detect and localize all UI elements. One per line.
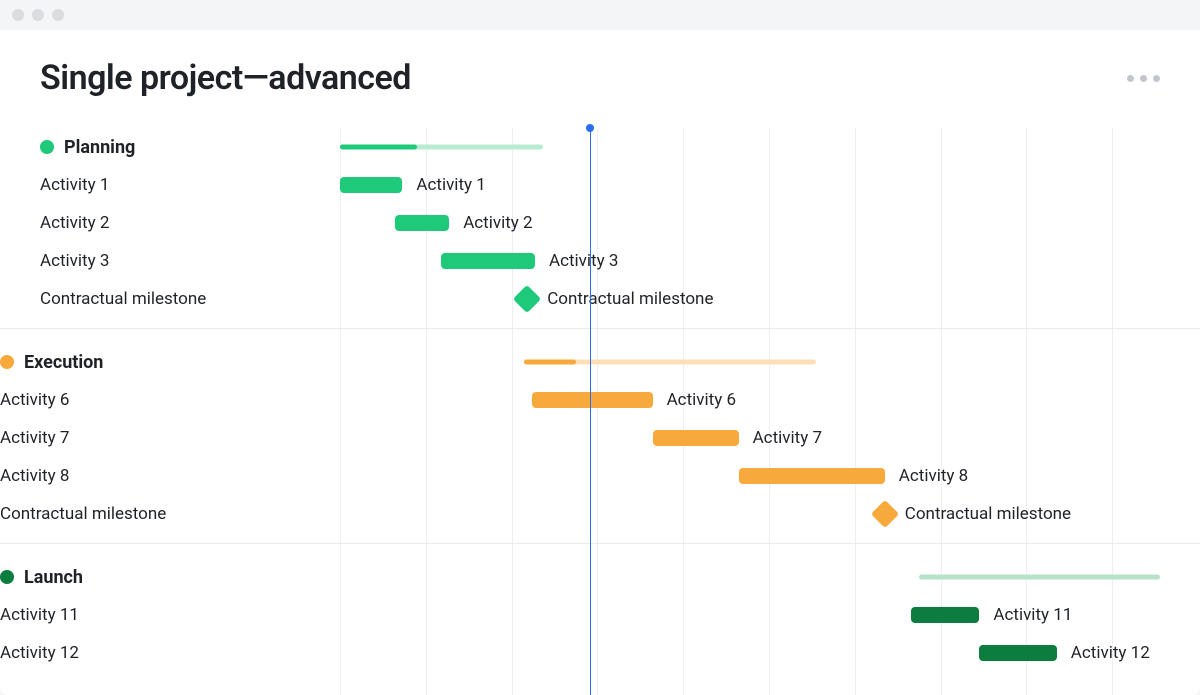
row-label: Activity 7 [0,428,260,448]
group-summary-progress [340,145,417,150]
row-track: Contractual milestone [340,280,1120,318]
row-track: Activity 8 [300,457,1160,495]
task-bar-label: Activity 6 [667,390,736,410]
row-label: Activity 12 [0,643,260,663]
row-track: Contractual milestone [300,495,1160,533]
task-bar-label: Activity 7 [753,428,822,448]
group-label: Planning [40,137,300,158]
content-area: Single project—advanced Planning Activity… [0,30,1200,672]
page-header: Single project—advanced [40,58,1160,98]
window-close-icon[interactable] [12,9,24,21]
group-header-row[interactable]: Launch [0,558,1200,596]
row-label-text: Contractual milestone [40,289,206,309]
task-bar-label: Activity 2 [463,213,532,233]
task-bar-label: Activity 1 [416,175,485,195]
page-title: Single project—advanced [40,58,411,98]
row-track: Activity 12 [300,634,1160,672]
app-window: Single project—advanced Planning Activity… [0,0,1200,695]
activity-row: Activity 3 Activity 3 [40,242,1160,280]
activity-row: Activity 2 Activity 2 [40,204,1160,242]
row-label: Activity 1 [40,175,300,195]
dots-icon [1127,75,1134,82]
row-label-text: Activity 8 [0,466,69,486]
group-color-dot-icon [0,355,14,369]
window-zoom-icon[interactable] [52,9,64,21]
activity-row: Activity 1 Activity 1 [40,166,1160,204]
milestone-row: Contractual milestone Contractual milesto… [40,280,1160,318]
milestone-diamond-icon[interactable] [513,285,541,313]
gantt-group: PlanningActivity 1Activity 1Activity 2Ac… [40,128,1160,318]
group-summary-bar[interactable] [524,360,816,365]
row-track: Activity 11 [300,596,1160,634]
task-bar-label: Activity 3 [549,251,618,271]
window-minimize-icon[interactable] [32,9,44,21]
task-bar[interactable] [739,468,885,484]
row-label-text: Activity 6 [0,390,69,410]
group-color-dot-icon [0,570,14,584]
row-track: Activity 6 [300,381,1160,419]
activity-row: Activity 12 Activity 12 [0,634,1200,672]
gantt-chart: PlanningActivity 1Activity 1Activity 2Ac… [40,128,1160,672]
row-label: Activity 3 [40,251,300,271]
task-bar[interactable] [653,430,739,446]
row-label-text: Activity 11 [0,605,79,625]
milestone-diamond-icon[interactable] [871,500,899,528]
task-bar-label: Activity 12 [1071,643,1150,663]
activity-row: Activity 8 Activity 8 [0,457,1200,495]
task-bar[interactable] [979,645,1056,661]
group-header-row[interactable]: Planning [40,128,1160,166]
row-label-text: Activity 1 [40,175,109,195]
row-label: Activity 8 [0,466,260,486]
row-label: Activity 2 [40,213,300,233]
gantt-group: LaunchActivity 11Activity 11Activity 12A… [0,543,1200,672]
row-label: Contractual milestone [40,289,300,309]
task-bar-label: Activity 8 [899,466,968,486]
group-track [340,128,1120,166]
group-track [300,558,1160,596]
group-label: Execution [0,352,260,373]
task-bar[interactable] [395,215,450,231]
activity-row: Activity 11 Activity 11 [0,596,1200,634]
group-summary-bar[interactable] [919,575,1160,580]
group-header-row[interactable]: Execution [0,343,1200,381]
row-track: Activity 7 [300,419,1160,457]
row-label-text: Activity 3 [40,251,109,271]
task-bar[interactable] [911,607,980,623]
row-label: Activity 11 [0,605,260,625]
window-titlebar [0,0,1200,30]
row-track: Activity 3 [340,242,1120,280]
group-name: Execution [24,352,103,373]
row-label: Activity 6 [0,390,260,410]
task-bar[interactable] [340,177,402,193]
activity-row: Activity 7 Activity 7 [0,419,1200,457]
group-name: Planning [64,137,135,158]
gantt-group: ExecutionActivity 6Activity 6Activity 7A… [0,328,1200,533]
row-label-text: Activity 2 [40,213,109,233]
group-label: Launch [0,567,260,588]
task-bar-label: Activity 11 [993,605,1072,625]
task-bar[interactable] [441,253,535,269]
group-summary-progress [524,360,577,365]
row-label-text: Contractual milestone [0,504,166,524]
task-bar[interactable] [532,392,652,408]
row-label-text: Activity 7 [0,428,69,448]
row-track: Activity 1 [340,166,1120,204]
milestone-label: Contractual milestone [547,289,713,309]
row-label-text: Activity 12 [0,643,79,663]
row-label: Contractual milestone [0,504,260,524]
dots-icon [1140,75,1147,82]
milestone-row: Contractual milestone Contractual milesto… [0,495,1200,533]
group-summary-bar[interactable] [340,145,543,150]
group-color-dot-icon [40,140,54,154]
group-track [300,343,1160,381]
dots-icon [1153,75,1160,82]
row-track: Activity 2 [340,204,1120,242]
group-name: Launch [24,567,83,588]
milestone-label: Contractual milestone [905,504,1071,524]
overflow-menu-button[interactable] [1127,75,1160,82]
activity-row: Activity 6 Activity 6 [0,381,1200,419]
